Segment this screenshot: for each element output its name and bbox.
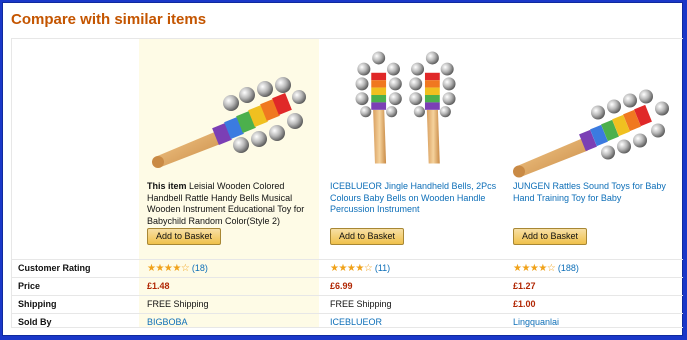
- section-title: Compare with similar items: [11, 11, 207, 28]
- seller-link-1[interactable]: BIGBOBA: [147, 314, 188, 331]
- rating-count-2[interactable]: (11): [375, 263, 390, 273]
- rating-count-3[interactable]: (188): [558, 263, 579, 273]
- add-to-basket-button-1[interactable]: Add to Basket: [147, 228, 221, 245]
- customer-rating-row: Customer Rating ★★★★☆ (18) ★★★★☆ (11) ★★…: [12, 259, 683, 277]
- rating-count-1[interactable]: (18): [192, 263, 208, 273]
- row-label-sold-by: Sold By: [18, 317, 52, 327]
- star-rating-icon: ★★★★☆: [513, 263, 556, 274]
- add-to-basket-button-3[interactable]: Add to Basket: [513, 228, 587, 245]
- row-label-shipping: Shipping: [18, 299, 57, 309]
- row-label-rating: Customer Rating: [18, 263, 91, 273]
- shipping-2: FREE Shipping: [330, 299, 392, 309]
- seller-link-3[interactable]: Lingquanlai: [513, 314, 559, 331]
- price-3: £1.27: [513, 281, 536, 291]
- rating-cell-1[interactable]: ★★★★☆ (18): [147, 260, 208, 277]
- seller-link-2[interactable]: ICEBLUEOR: [330, 314, 382, 331]
- star-rating-icon: ★★★★☆: [330, 263, 373, 274]
- rating-cell-2[interactable]: ★★★★☆ (11): [330, 260, 390, 277]
- price-1: £1.48: [147, 281, 170, 291]
- shipping-row: Shipping FREE Shipping FREE Shipping £1.…: [12, 295, 683, 313]
- price-row: Price £1.48 £6.99 £1.27: [12, 277, 683, 295]
- shipping-1: FREE Shipping: [147, 299, 209, 309]
- product-image-2[interactable]: [332, 45, 492, 170]
- this-item-label: This item: [147, 181, 187, 191]
- row-label-price: Price: [18, 281, 41, 291]
- compare-table: This item Leisial Wooden Colored Handbel…: [11, 38, 683, 328]
- product-image-1[interactable]: [147, 57, 307, 182]
- rating-cell-3[interactable]: ★★★★☆ (188): [513, 260, 579, 277]
- shipping-3: £1.00: [513, 299, 536, 309]
- add-to-basket-button-2[interactable]: Add to Basket: [330, 228, 404, 245]
- compare-widget: Compare with similar items This item Lei…: [2, 2, 683, 336]
- sold-by-row: Sold By BIGBOBA ICEBLUEOR Lingquanlai: [12, 313, 683, 331]
- product-image-3[interactable]: [512, 69, 672, 194]
- product-link-3[interactable]: JUNGEN Rattles Sound Toys for Baby Hand …: [513, 181, 666, 203]
- star-rating-icon: ★★★★☆: [147, 263, 190, 274]
- product-title-1: This item Leisial Wooden Colored Handbel…: [147, 181, 315, 227]
- product-title-3[interactable]: JUNGEN Rattles Sound Toys for Baby Hand …: [513, 181, 681, 204]
- product-link-2[interactable]: ICEBLUEOR Jingle Handheld Bells, 2Pcs Co…: [330, 181, 496, 214]
- price-2: £6.99: [330, 281, 353, 291]
- product-title-2[interactable]: ICEBLUEOR Jingle Handheld Bells, 2Pcs Co…: [330, 181, 498, 216]
